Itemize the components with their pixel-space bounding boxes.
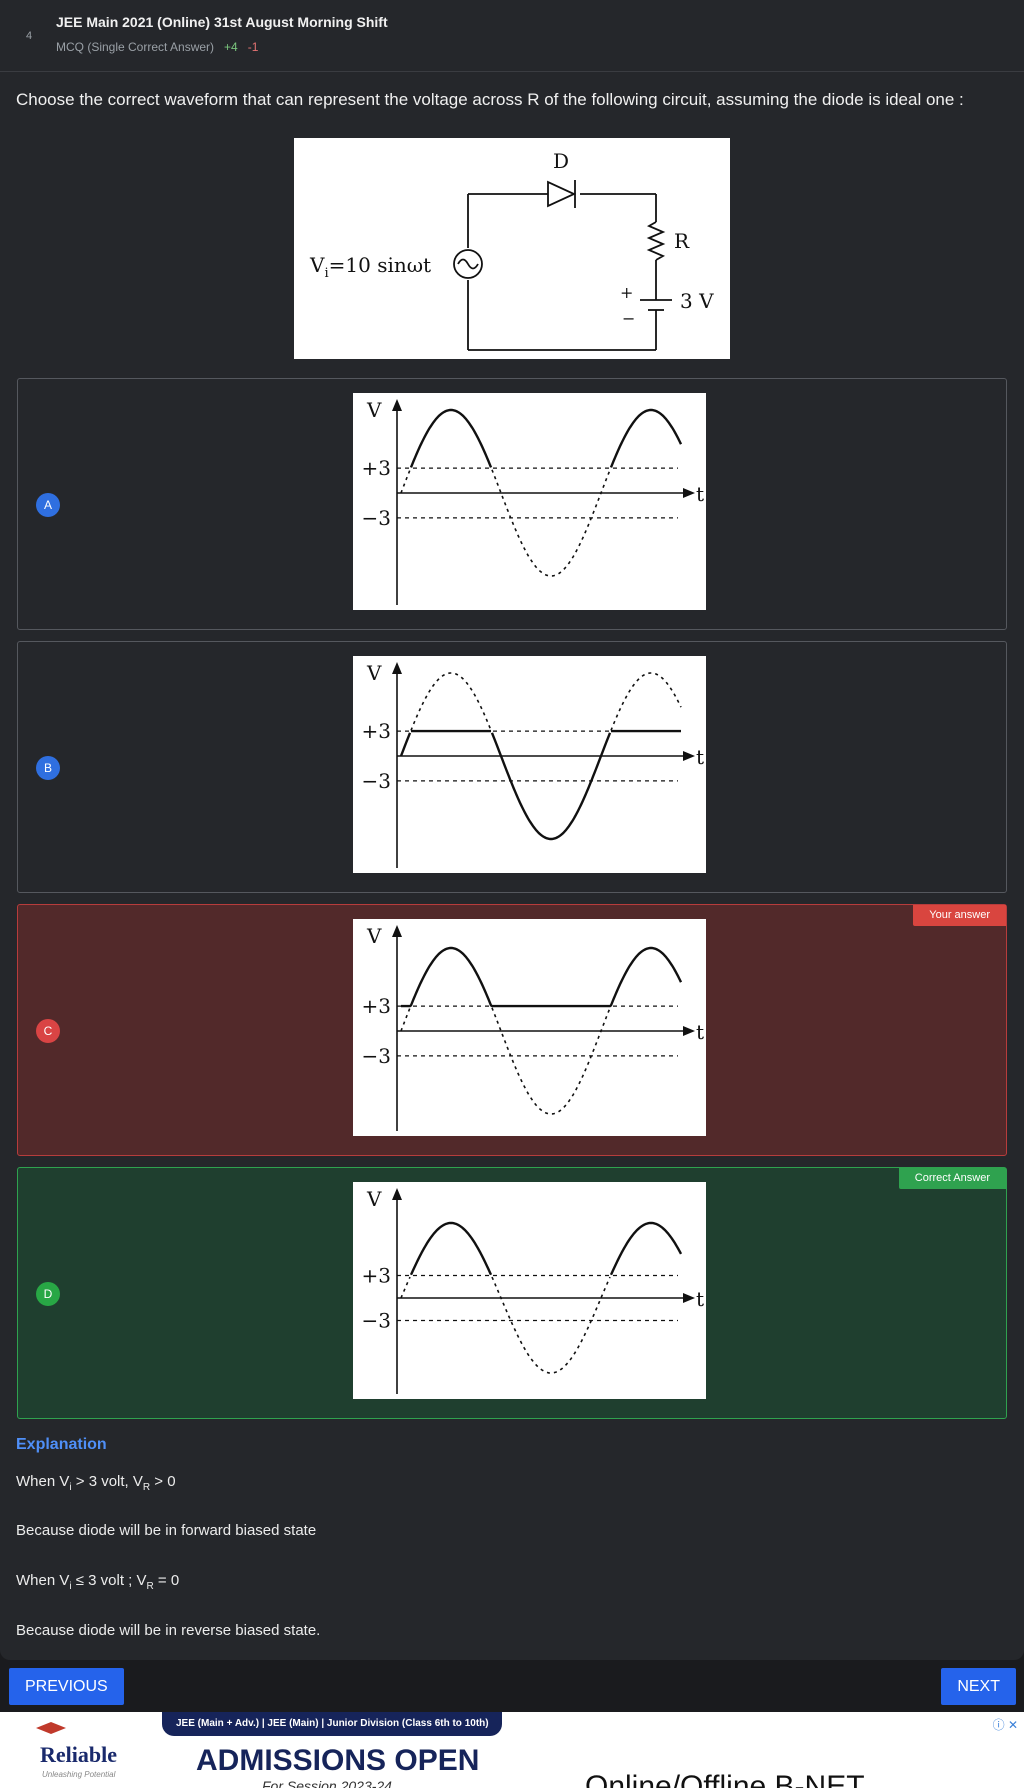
option-c[interactable]: C Your answer Vt +3 −3 xyxy=(17,904,1007,1156)
output-waveform xyxy=(399,732,612,841)
previous-button[interactable]: PREVIOUS xyxy=(9,1668,124,1705)
output-waveform xyxy=(401,946,683,1008)
option-b-graph: Vt +3 −3 xyxy=(353,656,706,873)
ad-close-icon[interactable]: ⓘ ✕ xyxy=(993,1716,1018,1733)
ad-session: For Session 2023-24 xyxy=(262,1778,392,1788)
explanation-line-2: Because diode will be in forward biased … xyxy=(16,1522,317,1539)
option-c-letter: C xyxy=(36,1019,60,1043)
header-divider xyxy=(0,71,1024,72)
dashed-input-wave xyxy=(400,1276,611,1374)
y-axis-arrow xyxy=(392,662,402,674)
option-d[interactable]: D Correct Answer Vt +3 −3 xyxy=(17,1167,1007,1419)
y-axis-arrow xyxy=(392,925,402,937)
ac-wave xyxy=(457,258,479,270)
question-meta: MCQ (Single Correct Answer) +4 -1 xyxy=(56,40,258,54)
battery-minus: − xyxy=(622,309,635,328)
battery-label: 3 V xyxy=(680,289,714,313)
ad-ribbon: JEE (Main + Adv.) | JEE (Main) | Junior … xyxy=(162,1712,502,1736)
explanation-title: Explanation xyxy=(16,1436,107,1453)
explanation-line-3: When Vi ≤ 3 volt ; VR = 0 xyxy=(16,1572,180,1592)
output-waveform xyxy=(409,408,683,468)
dashed-input-wave xyxy=(400,1007,611,1115)
question-text: Choose the correct waveform that can rep… xyxy=(16,90,964,109)
circuit-diagram: D R 3 V + − Vi=10 sinωt xyxy=(294,138,730,359)
option-a[interactable]: A Vt +3 −3 xyxy=(17,378,1007,630)
ad-logo-tagline: Unleashing Potential xyxy=(42,1770,116,1779)
option-d-waveform: Vt +3 −3 xyxy=(362,1187,704,1394)
x-axis-arrow xyxy=(683,751,695,761)
graph-v-label: V xyxy=(366,661,382,685)
ad-logo: Reliable xyxy=(40,1742,117,1767)
option-d-graph: Vt +3 −3 xyxy=(353,1182,706,1399)
diode-label: D xyxy=(553,149,569,173)
graph-v-label: V xyxy=(366,1187,382,1211)
graduation-cap-icon xyxy=(36,1722,66,1734)
battery-plus: + xyxy=(620,283,633,302)
resistor-symbol xyxy=(646,221,666,261)
graph-plus3-label: +3 xyxy=(362,994,391,1018)
graph-t-label: t xyxy=(696,745,704,769)
negative-marks: -1 xyxy=(247,40,259,54)
graph-minus3-label: −3 xyxy=(362,506,391,530)
x-axis-arrow xyxy=(683,1026,695,1036)
circuit-svg: D R 3 V + − Vi=10 sinωt xyxy=(309,149,714,351)
dashed-input-wave xyxy=(400,469,611,577)
explanation-line-1: When Vi > 3 volt, VR > 0 xyxy=(16,1473,176,1493)
graph-minus3-label: −3 xyxy=(362,1309,391,1333)
graph-plus3-label: +3 xyxy=(362,719,391,743)
correct-answer-badge: Correct Answer xyxy=(898,1168,1006,1189)
dashed-input-wave xyxy=(410,672,682,731)
graph-minus3-label: −3 xyxy=(362,769,391,793)
your-answer-badge: Your answer xyxy=(913,905,1006,926)
positive-marks: +4 xyxy=(224,40,238,54)
x-axis-arrow xyxy=(683,488,695,498)
option-c-graph: Vt +3 −3 xyxy=(353,919,706,1136)
option-c-waveform: Vt +3 −3 xyxy=(362,924,704,1131)
ad-headline: ADMISSIONS OPEN xyxy=(196,1744,480,1777)
y-axis-arrow xyxy=(392,399,402,411)
diode-triangle xyxy=(547,180,577,208)
source-label: Vi=10 sinωt xyxy=(309,253,431,281)
graph-t-label: t xyxy=(696,482,704,506)
y-axis-arrow xyxy=(392,1188,402,1200)
question-number: 4 xyxy=(26,30,33,42)
resistor-label: R xyxy=(674,229,690,253)
graph-minus3-label: −3 xyxy=(362,1044,391,1068)
graph-v-label: V xyxy=(366,398,382,422)
graph-t-label: t xyxy=(696,1287,704,1311)
graph-plus3-label: +3 xyxy=(362,1264,391,1288)
graph-plus3-label: +3 xyxy=(362,456,391,480)
output-waveform xyxy=(409,1221,683,1276)
ad-right-text: Online/Offline B-NET xyxy=(585,1770,865,1788)
question-source-title: JEE Main 2021 (Online) 31st August Morni… xyxy=(56,14,388,30)
graph-v-label: V xyxy=(366,924,382,948)
option-a-letter: A xyxy=(36,493,60,517)
option-b-waveform: Vt +3 −3 xyxy=(362,661,704,868)
ad-banner[interactable]: JEE (Main + Adv.) | JEE (Main) | Junior … xyxy=(0,1712,1024,1788)
question-type: MCQ (Single Correct Answer) xyxy=(56,40,215,54)
option-a-graph: Vt +3 −3 xyxy=(353,393,706,610)
x-axis-arrow xyxy=(683,1293,695,1303)
next-button[interactable]: NEXT xyxy=(941,1668,1016,1705)
graph-t-label: t xyxy=(696,1020,704,1044)
option-b[interactable]: B Vt +3 −3 xyxy=(17,641,1007,893)
option-b-letter: B xyxy=(36,756,60,780)
explanation-line-4: Because diode will be in reverse biased … xyxy=(16,1622,321,1639)
option-d-letter: D xyxy=(36,1282,60,1306)
option-a-waveform: Vt +3 −3 xyxy=(362,398,704,605)
